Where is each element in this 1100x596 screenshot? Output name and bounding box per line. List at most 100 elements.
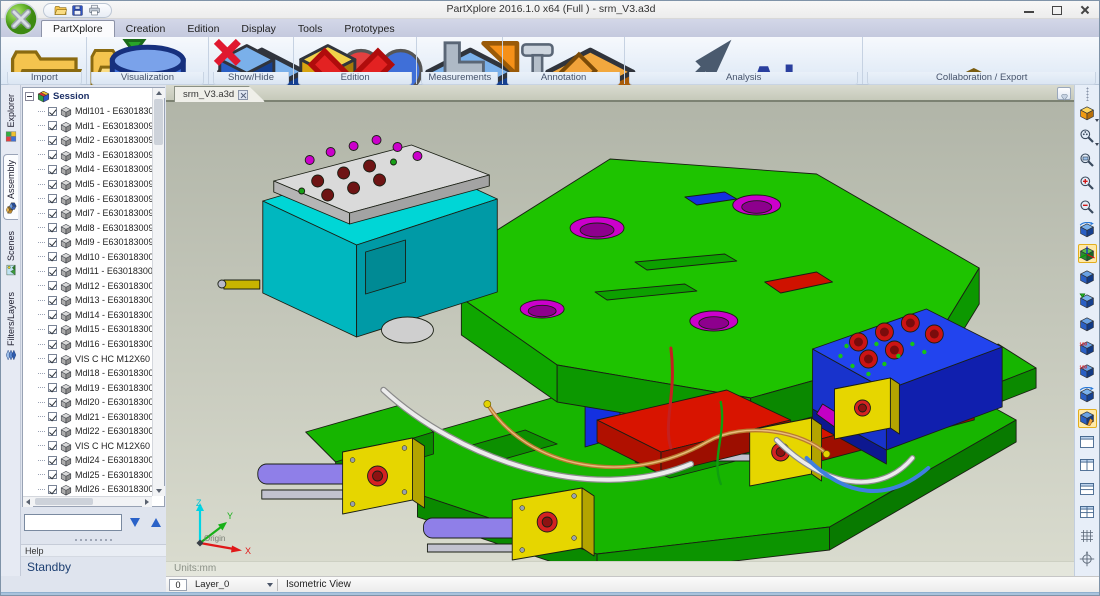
tree-item[interactable]: Mdl19 - E630183009_ENSEI <box>25 380 152 395</box>
visibility-checkbox[interactable] <box>48 441 57 450</box>
menu-tab[interactable]: Tools <box>287 21 334 37</box>
tree-vertical-scrollbar[interactable] <box>152 88 164 496</box>
tree-item[interactable]: Mdl5 - E630183009_ENSEN <box>25 177 152 192</box>
tree-item[interactable]: Mdl18 - E630183009_ENSEI <box>25 366 152 381</box>
tree-item[interactable]: Mdl12 - E630183009_ENSEI <box>25 279 152 294</box>
visibility-checkbox[interactable] <box>48 136 57 145</box>
visibility-checkbox[interactable] <box>48 470 57 479</box>
tab-filters-layers[interactable]: Filters/Layers <box>4 287 18 366</box>
tree-item[interactable]: Mdl25 - E630183009_ENSEI <box>25 468 152 483</box>
visibility-checkbox[interactable] <box>48 223 57 232</box>
tree-item[interactable]: Mdl10 - E630183009_ENSEI <box>25 249 152 264</box>
ribbon-group-label[interactable]: Edition <box>298 72 413 85</box>
menu-tab[interactable]: Display <box>230 21 286 37</box>
visibility-checkbox[interactable] <box>48 325 57 334</box>
scroll-down-icon[interactable] <box>153 486 165 496</box>
menu-tab[interactable]: PartXplore <box>41 20 115 37</box>
visibility-checkbox[interactable] <box>48 427 57 436</box>
visibility-checkbox[interactable] <box>48 281 57 290</box>
tree-item[interactable]: Mdl7 - E630183009_ENSEN <box>25 206 152 221</box>
menu-tab[interactable]: Edition <box>176 21 230 37</box>
rotation-center-button[interactable] <box>1078 550 1097 569</box>
tree-root-row[interactable]: Session <box>25 89 152 104</box>
tree-horizontal-scrollbar[interactable] <box>23 496 152 506</box>
document-tab[interactable]: srm_V3.a3d <box>174 86 265 102</box>
maximize-icon[interactable] <box>1051 4 1063 16</box>
visibility-checkbox[interactable] <box>48 121 57 130</box>
search-input[interactable] <box>24 514 122 531</box>
zoom-window-button[interactable] <box>1078 150 1097 169</box>
tree-item[interactable]: Mdl3 - E630183009_ENSEN <box>25 148 152 163</box>
layout-quad-button[interactable] <box>1078 503 1097 522</box>
visibility-checkbox[interactable] <box>48 383 57 392</box>
visibility-checkbox[interactable] <box>48 456 57 465</box>
tree-item[interactable]: VIS C HC M12X60 - E63018 <box>25 439 152 454</box>
visibility-checkbox[interactable] <box>48 165 57 174</box>
ribbon-group-label[interactable]: Annotation <box>507 72 620 85</box>
layout-single-button[interactable] <box>1078 432 1097 451</box>
tab-assembly[interactable]: Assembly <box>3 154 18 220</box>
tree-item[interactable]: Mdl9 - E630183009_ENSEN <box>25 235 152 250</box>
visibility-checkbox[interactable] <box>48 150 57 159</box>
ribbon-group-label[interactable]: Import <box>7 72 82 85</box>
ribbon-group-label[interactable]: Show/Hide <box>213 72 289 85</box>
tree-item[interactable]: Mdl6 - E630183009_ENSEN <box>25 191 152 206</box>
tab-explorer[interactable]: Explorer <box>4 89 18 148</box>
visibility-checkbox[interactable] <box>48 310 57 319</box>
tree-item[interactable]: Mdl101 - E630183009_ENSE <box>25 104 152 119</box>
visibility-checkbox[interactable] <box>48 340 57 349</box>
tree-item[interactable]: Mdl13 - E630183009_ENSEI <box>25 293 152 308</box>
scrollbar-thumb[interactable] <box>35 498 93 505</box>
visibility-checkbox[interactable] <box>48 180 57 189</box>
layout-two-horizontal-button[interactable] <box>1078 479 1097 498</box>
toolbar-grip[interactable] <box>1086 87 1089 101</box>
chevron-down-icon[interactable] <box>1095 143 1099 146</box>
3d-model[interactable] <box>166 102 1074 561</box>
tree-item[interactable]: Mdl16 - E630183009_ENSEI <box>25 337 152 352</box>
tree-item[interactable]: Mdl11 - E630183009_ENSEI <box>25 264 152 279</box>
tree-item[interactable]: Mdl20 - E630183009_ENSEI <box>25 395 152 410</box>
minimize-icon[interactable] <box>1023 4 1035 16</box>
tree-item[interactable]: Mdl1 - E630183009_ENSEN <box>25 119 152 134</box>
tree-item[interactable]: VIS C HC M12X60 - E63018 <box>25 351 152 366</box>
viewport-options-button[interactable] <box>1057 87 1071 100</box>
scroll-right-icon[interactable] <box>142 497 152 507</box>
menu-tab[interactable]: Prototypes <box>333 21 405 37</box>
visibility-checkbox[interactable] <box>48 412 57 421</box>
visibility-checkbox[interactable] <box>48 194 57 203</box>
collapse-icon[interactable] <box>25 92 34 101</box>
visibility-checkbox[interactable] <box>48 209 57 218</box>
scrollbar-thumb[interactable] <box>154 99 163 145</box>
rotate-x-180-button[interactable]: 180 <box>1078 338 1097 357</box>
tab-close-icon[interactable] <box>238 90 248 100</box>
back-view-button[interactable] <box>1078 315 1097 334</box>
visibility-checkbox[interactable] <box>48 252 57 261</box>
tree-item[interactable]: Mdl21 - E630183009_ENSEI <box>25 409 152 424</box>
tree-item[interactable]: Mdl15 - E630183009_ENSEI <box>25 322 152 337</box>
tree-item[interactable]: Mdl4 - E630183009_ENSEN <box>25 162 152 177</box>
ribbon-group-label[interactable]: Collaboration / Export <box>867 72 1096 85</box>
tree-item[interactable]: Mdl2 - E630183009_ENSEN <box>25 133 152 148</box>
tab-scenes[interactable]: Scenes <box>4 226 18 281</box>
zoom-button[interactable] <box>1078 127 1097 146</box>
zoom-out-button[interactable] <box>1078 197 1097 216</box>
visibility-checkbox[interactable] <box>48 267 57 276</box>
3d-viewport[interactable]: Z X Y Origin <box>166 102 1074 561</box>
find-next-button[interactable] <box>127 515 143 530</box>
tree-item[interactable]: Mdl22 - E630183009_ENSEI <box>25 424 152 439</box>
menu-tab[interactable]: Creation <box>115 21 177 37</box>
grid-button[interactable] <box>1078 526 1097 545</box>
view-cube-button[interactable] <box>1078 103 1097 122</box>
app-logo-icon[interactable] <box>4 2 38 36</box>
tree-item[interactable]: Mdl26 - E630183009_ENSEI <box>25 482 152 496</box>
edit-view-button[interactable] <box>1078 409 1097 428</box>
find-previous-button[interactable] <box>148 515 164 530</box>
ribbon-group-label[interactable]: Measurements <box>421 72 498 85</box>
close-icon[interactable] <box>1079 4 1091 16</box>
tree-item[interactable]: Mdl14 - E630183009_ENSEI <box>25 308 152 323</box>
visibility-checkbox[interactable] <box>48 354 57 363</box>
rotate-view-button[interactable] <box>1078 221 1097 240</box>
visibility-checkbox[interactable] <box>48 485 57 494</box>
tree-item[interactable]: Mdl8 - E630183009_ENSEN <box>25 220 152 235</box>
scroll-left-icon[interactable] <box>23 497 33 507</box>
